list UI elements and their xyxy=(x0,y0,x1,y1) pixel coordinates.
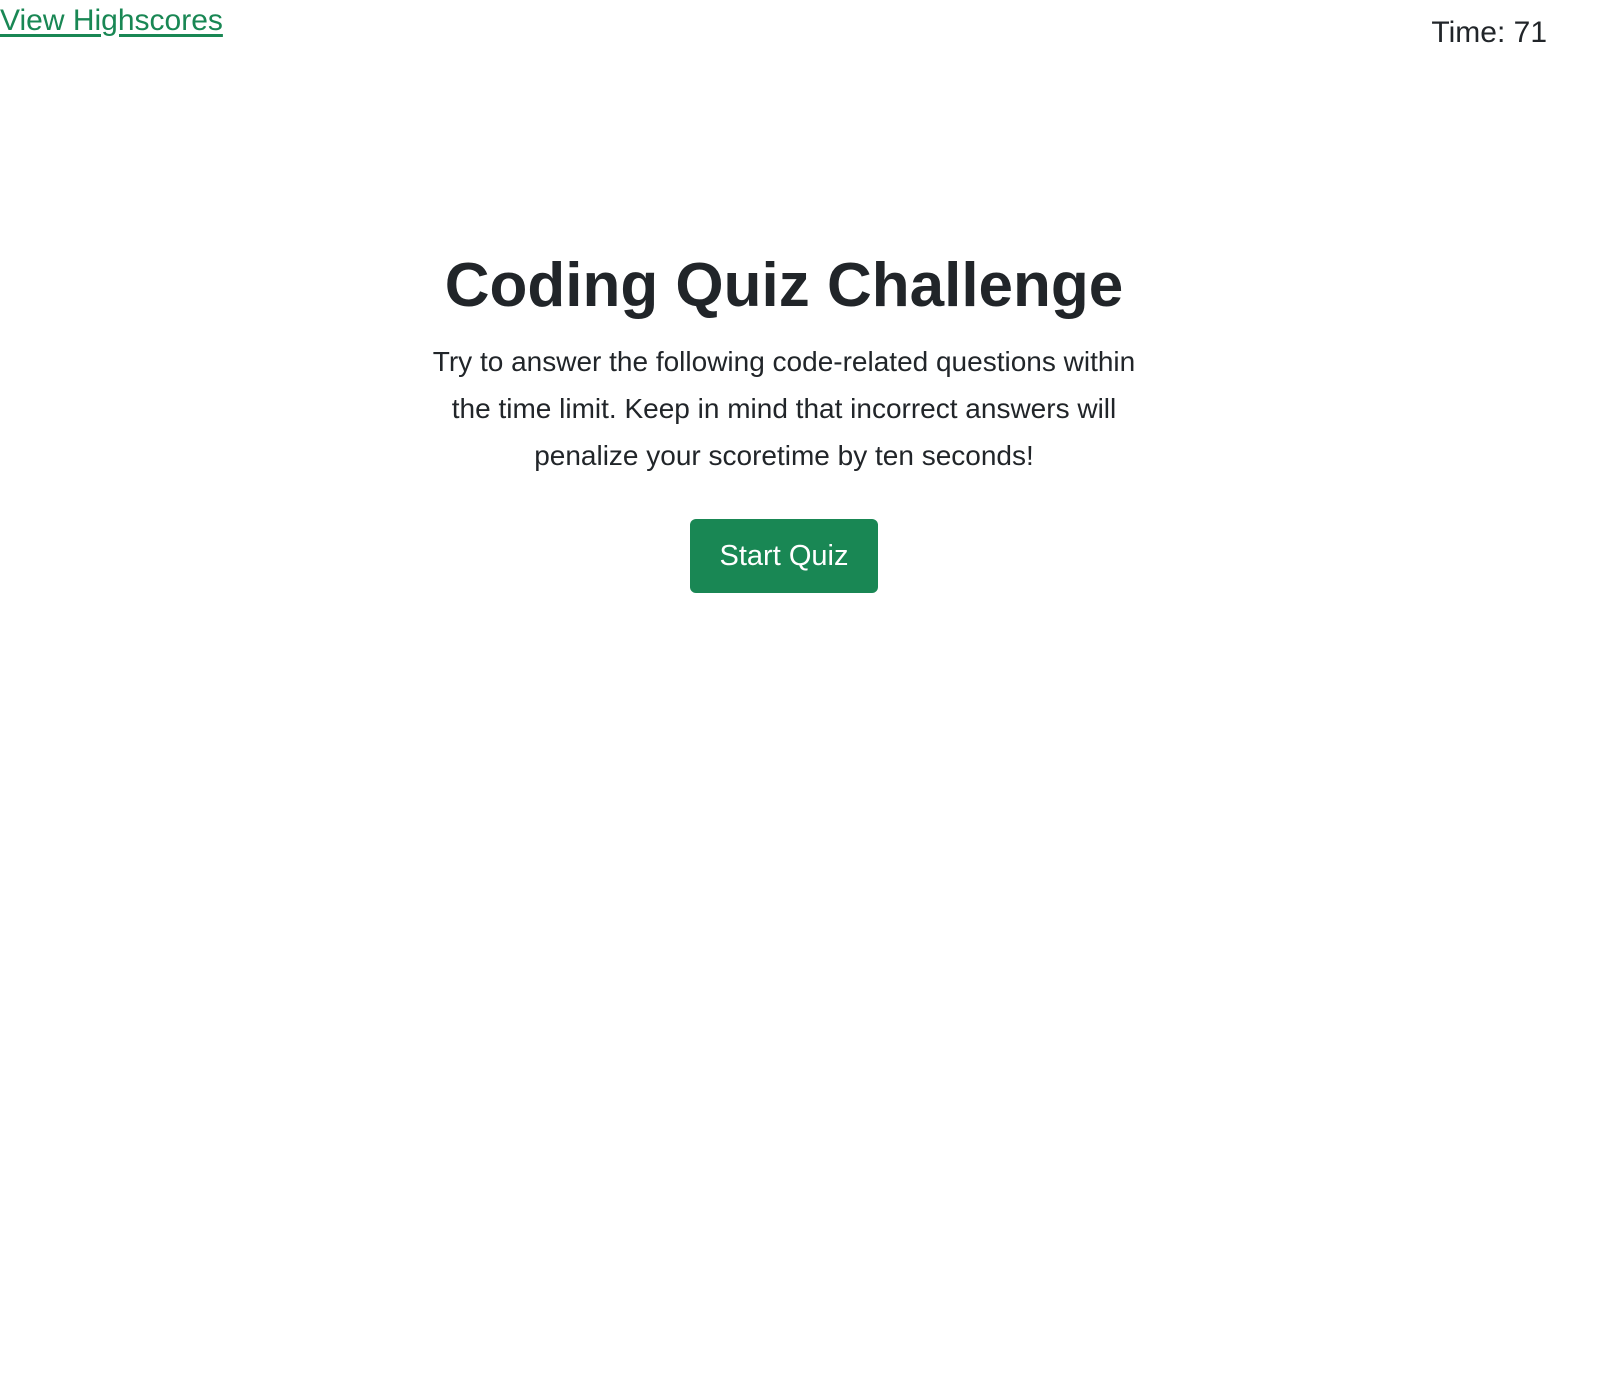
timer: Time: 71 xyxy=(1431,16,1547,49)
start-quiz-button[interactable]: Start Quiz xyxy=(690,519,878,593)
view-highscores-link[interactable]: View Highscores xyxy=(0,4,223,38)
page-title: Coding Quiz Challenge xyxy=(444,251,1124,320)
start-screen: Coding Quiz Challenge Try to answer the … xyxy=(0,248,1568,593)
quiz-description: Try to answer the following code-related… xyxy=(432,346,1136,471)
